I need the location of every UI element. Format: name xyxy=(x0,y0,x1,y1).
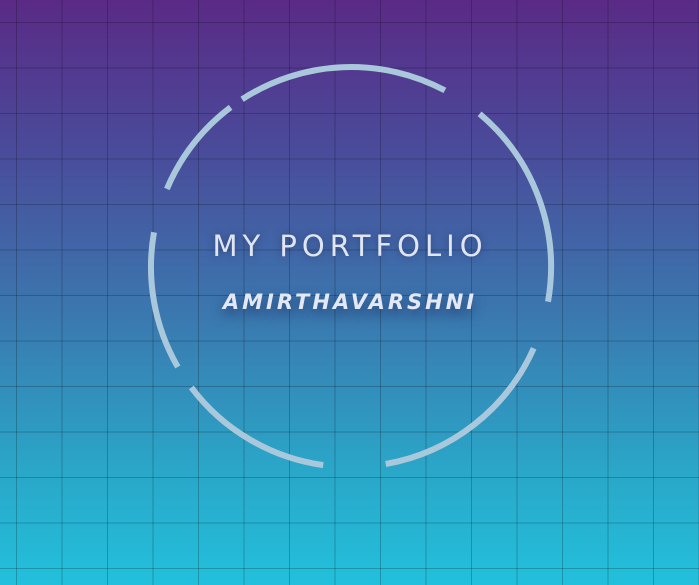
hero-text: MY PORTFOLIO AMIRTHAVARSHNI xyxy=(150,226,550,316)
arc-bottom-left xyxy=(188,385,324,469)
author-name: AMIRTHAVARSHNI xyxy=(222,290,478,314)
page-title: MY PORTFOLIO xyxy=(212,229,488,263)
arc-top xyxy=(240,64,447,102)
arc-lower-right xyxy=(385,347,537,467)
arc-upper-left xyxy=(164,104,233,191)
